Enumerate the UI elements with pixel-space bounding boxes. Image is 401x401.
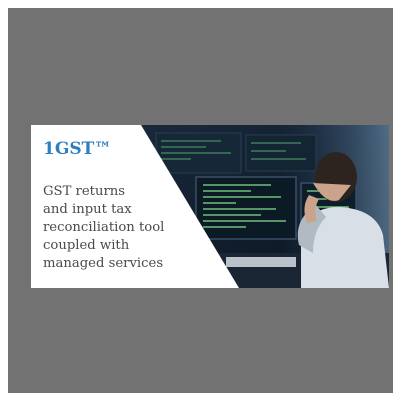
tagline-line: coupled with <box>43 238 130 253</box>
tagline: GST returns and input tax reconciliation… <box>43 183 193 273</box>
tagline-line: GST returns <box>43 184 126 199</box>
tagline-line: managed services <box>43 256 164 271</box>
tagline-line: reconciliation tool <box>43 220 165 235</box>
brand-name: 1GST™ <box>43 139 112 159</box>
promo-banner[interactable]: 1GST™ GST returns and input tax reconcil… <box>31 125 389 288</box>
tagline-line: and input tax <box>43 202 132 217</box>
gray-frame: 1GST™ GST returns and input tax reconcil… <box>8 8 393 393</box>
